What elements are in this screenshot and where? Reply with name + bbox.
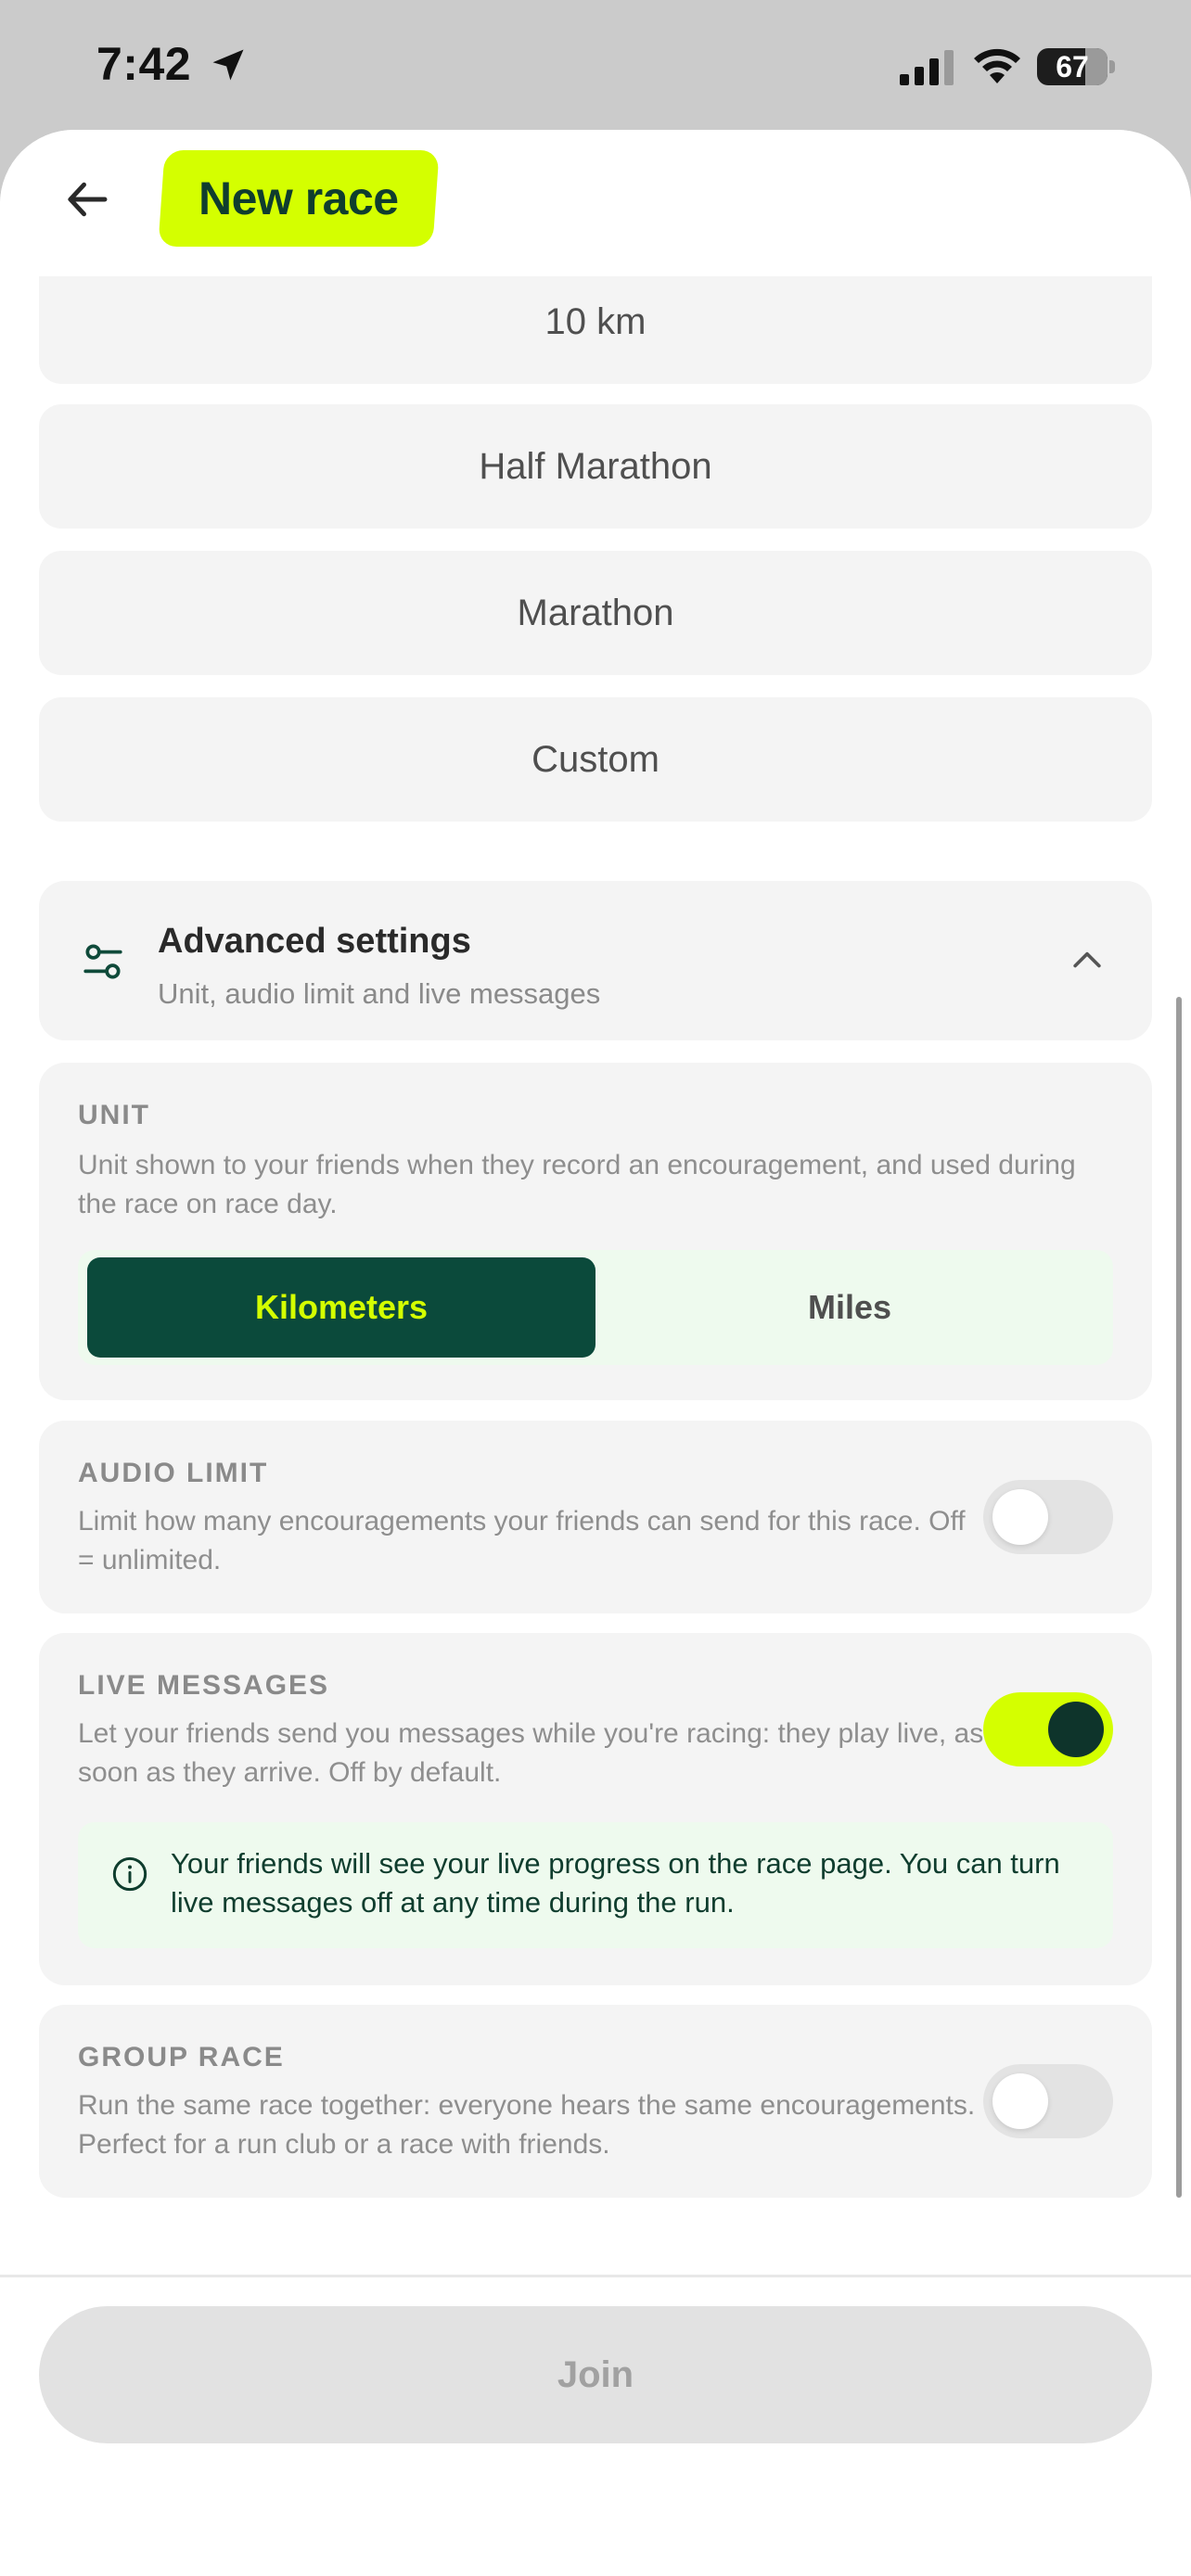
battery-icon: 67 bbox=[1037, 48, 1117, 85]
new-race-sheet: New race 10 km Half Marathon Marathon Cu… bbox=[0, 130, 1191, 2576]
live-messages-description: Let your friends send you messages while… bbox=[78, 1718, 984, 1788]
unit-label: UNIT bbox=[78, 1100, 150, 1130]
info-icon bbox=[112, 1856, 147, 1892]
location-arrow-icon bbox=[212, 49, 244, 81]
footer: Join bbox=[0, 2277, 1191, 2576]
audio-limit-label: AUDIO LIMIT bbox=[78, 1458, 269, 1488]
group-race-toggle[interactable] bbox=[983, 2064, 1113, 2138]
audio-limit-description: Limit how many encouragements your frien… bbox=[78, 1506, 966, 1575]
audio-limit-card: AUDIO LIMIT Limit how many encouragement… bbox=[39, 1421, 1152, 1613]
status-bar: 7:42 67 bbox=[0, 0, 1191, 130]
group-race-label: GROUP RACE bbox=[78, 2042, 285, 2072]
unit-option-miles[interactable]: Miles bbox=[596, 1257, 1104, 1358]
advanced-settings-toggle[interactable]: Advanced settings Unit, audio limit and … bbox=[39, 881, 1152, 1040]
live-messages-info-text: Your friends will see your live progress… bbox=[171, 1847, 1060, 1919]
sliders-icon bbox=[83, 944, 122, 979]
distance-option-half-marathon[interactable]: Half Marathon bbox=[39, 404, 1152, 529]
unit-card: UNIT Unit shown to your friends when the… bbox=[39, 1063, 1152, 1400]
toggle-knob bbox=[992, 2073, 1048, 2129]
header: New race bbox=[0, 130, 1191, 276]
chevron-up-icon bbox=[1073, 951, 1101, 968]
group-race-card: GROUP RACE Run the same race together: e… bbox=[39, 2005, 1152, 2198]
battery-percentage: 67 bbox=[1056, 50, 1089, 83]
live-messages-info: Your friends will see your live progress… bbox=[78, 1822, 1113, 1948]
unit-description: Unit shown to your friends when they rec… bbox=[78, 1150, 1076, 1219]
page-title-chip: New race bbox=[158, 150, 440, 247]
toggle-knob bbox=[992, 1489, 1048, 1545]
distance-option-10km[interactable]: 10 km bbox=[39, 260, 1152, 384]
advanced-settings-title: Advanced settings bbox=[158, 922, 471, 961]
live-messages-card: LIVE MESSAGES Let your friends send you … bbox=[39, 1633, 1152, 1985]
advanced-settings-subtitle: Unit, audio limit and live messages bbox=[158, 977, 601, 1010]
page-title: New race bbox=[198, 172, 399, 224]
live-messages-label: LIVE MESSAGES bbox=[78, 1670, 330, 1701]
back-button[interactable] bbox=[56, 167, 121, 232]
group-race-description: Run the same race together: everyone hea… bbox=[78, 2090, 976, 2160]
distance-option-marathon[interactable]: Marathon bbox=[39, 551, 1152, 675]
toggle-knob bbox=[1048, 1702, 1104, 1757]
scrollbar[interactable] bbox=[1176, 997, 1182, 2198]
audio-limit-toggle[interactable] bbox=[983, 1480, 1113, 1554]
back-arrow-icon bbox=[68, 182, 108, 217]
cellular-signal-icon bbox=[900, 50, 954, 85]
wifi-icon bbox=[974, 48, 1020, 83]
join-button[interactable]: Join bbox=[39, 2306, 1152, 2443]
unit-option-kilometers[interactable]: Kilometers bbox=[87, 1257, 596, 1358]
unit-segmented-control: Kilometers Miles bbox=[78, 1250, 1113, 1365]
status-time: 7:42 bbox=[96, 38, 192, 90]
distance-option-custom[interactable]: Custom bbox=[39, 697, 1152, 822]
live-messages-toggle[interactable] bbox=[983, 1692, 1113, 1766]
